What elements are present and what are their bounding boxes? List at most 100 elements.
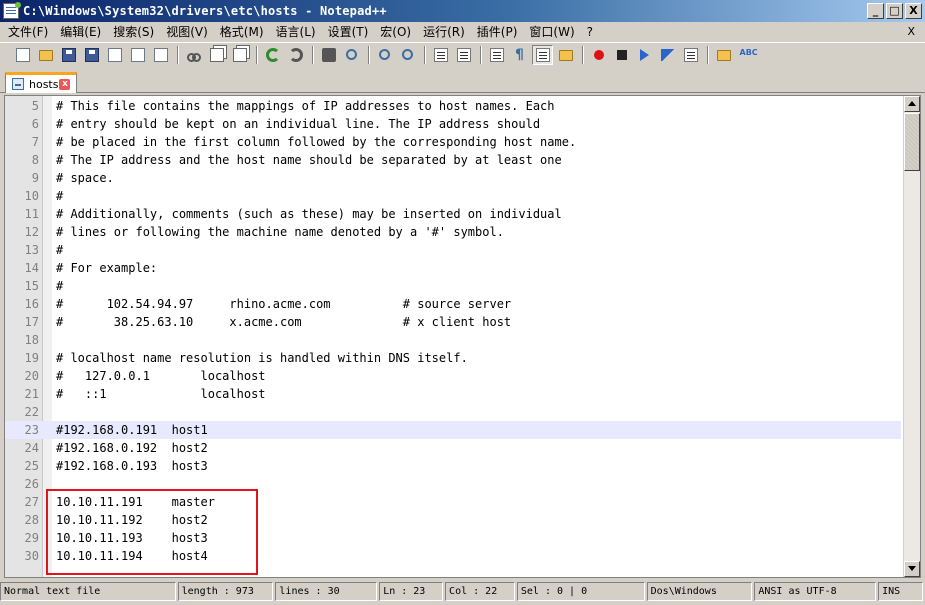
- tab-hosts[interactable]: hosts x: [5, 72, 77, 93]
- cut-button[interactable]: [183, 45, 204, 65]
- notepad-plus-plus-icon[interactable]: [3, 2, 21, 19]
- line-text[interactable]: # For example:: [56, 259, 157, 277]
- menu-file[interactable]: 文件(F): [2, 22, 54, 42]
- line-text[interactable]: # 127.0.0.1 localhost: [56, 367, 266, 385]
- record-macro-button[interactable]: [588, 45, 609, 65]
- find-button[interactable]: [318, 45, 339, 65]
- word-wrap-button[interactable]: [486, 45, 507, 65]
- code-line[interactable]: 9 # space.: [5, 169, 901, 187]
- code-line[interactable]: 5 # This file contains the mappings of IP…: [5, 97, 901, 115]
- line-text[interactable]: #192.168.0.191 host1: [56, 421, 208, 439]
- copy-button[interactable]: [206, 45, 227, 65]
- run-macro-multiple-button[interactable]: [657, 45, 678, 65]
- line-text[interactable]: 10.10.11.191 master: [56, 493, 215, 511]
- undo-button[interactable]: [262, 45, 283, 65]
- line-text[interactable]: # be placed in the first column followed…: [56, 133, 576, 151]
- scroll-up-button[interactable]: [904, 96, 920, 112]
- sync-vertical-button[interactable]: [430, 45, 451, 65]
- save-all-button[interactable]: [81, 45, 102, 65]
- indent-guide-button[interactable]: [532, 44, 553, 65]
- line-text[interactable]: # lines or following the machine name de…: [56, 223, 504, 241]
- close-file-button[interactable]: [104, 45, 125, 65]
- zoom-out-button[interactable]: [397, 45, 418, 65]
- menu-edit[interactable]: 编辑(E): [54, 22, 107, 42]
- code-line[interactable]: 15 #: [5, 277, 901, 295]
- code-line[interactable]: 28 10.10.11.192 host2: [5, 511, 901, 529]
- line-text[interactable]: # ::1 localhost: [56, 385, 266, 403]
- code-line[interactable]: 23 #192.168.0.191 host1: [5, 421, 901, 439]
- code-line[interactable]: 11 # Additionally, comments (such as thes…: [5, 205, 901, 223]
- menu-plugins[interactable]: 插件(P): [471, 22, 524, 42]
- menu-window[interactable]: 窗口(W): [523, 22, 580, 42]
- stop-macro-button[interactable]: [611, 45, 632, 65]
- code-line[interactable]: 29 10.10.11.193 host3: [5, 529, 901, 547]
- maximize-button[interactable]: □: [886, 3, 903, 19]
- zoom-in-button[interactable]: [374, 45, 395, 65]
- save-button[interactable]: [58, 45, 79, 65]
- replace-button[interactable]: [341, 45, 362, 65]
- scroll-thumb[interactable]: [904, 113, 920, 171]
- code-line[interactable]: 20 # 127.0.0.1 localhost: [5, 367, 901, 385]
- redo-button[interactable]: [285, 45, 306, 65]
- close-all-button[interactable]: [127, 45, 148, 65]
- tab-close-icon[interactable]: x: [59, 78, 71, 90]
- menu-view[interactable]: 视图(V): [160, 22, 214, 42]
- code-line[interactable]: 14 # For example:: [5, 259, 901, 277]
- line-text[interactable]: #: [56, 241, 63, 259]
- menu-format[interactable]: 格式(M): [214, 22, 270, 42]
- code-line[interactable]: 24 #192.168.0.192 host2: [5, 439, 901, 457]
- menu-macro[interactable]: 宏(O): [374, 22, 417, 42]
- show-all-chars-button[interactable]: ¶: [509, 45, 530, 65]
- paste-button[interactable]: [229, 45, 250, 65]
- code-line[interactable]: 26: [5, 475, 901, 493]
- line-text[interactable]: # space.: [56, 169, 114, 187]
- code-line[interactable]: 19 # localhost name resolution is handled…: [5, 349, 901, 367]
- code-line[interactable]: 8 # The IP address and the host name shou…: [5, 151, 901, 169]
- line-text[interactable]: 10.10.11.192 host2: [56, 511, 208, 529]
- code-line[interactable]: 6 # entry should be kept on an individual…: [5, 115, 901, 133]
- menu-settings[interactable]: 设置(T): [322, 22, 375, 42]
- editor[interactable]: 5 # This file contains the mappings of IP…: [4, 95, 921, 578]
- code-line[interactable]: 17 # 38.25.63.10 x.acme.com # x client ho…: [5, 313, 901, 331]
- line-text[interactable]: #: [56, 277, 63, 295]
- menu-language[interactable]: 语言(L): [270, 22, 322, 42]
- line-text[interactable]: # localhost name resolution is handled w…: [56, 349, 468, 367]
- folder-button[interactable]: [713, 45, 734, 65]
- new-file-button[interactable]: [12, 45, 33, 65]
- doc-map-button[interactable]: [555, 45, 576, 65]
- line-text[interactable]: # The IP address and the host name shoul…: [56, 151, 562, 169]
- line-text[interactable]: 10.10.11.194 host4: [56, 547, 208, 565]
- line-text[interactable]: #192.168.0.192 host2: [56, 439, 208, 457]
- scroll-down-button[interactable]: [904, 561, 920, 577]
- line-text[interactable]: # 38.25.63.10 x.acme.com # x client host: [56, 313, 511, 331]
- line-text[interactable]: # This file contains the mappings of IP …: [56, 97, 555, 115]
- play-macro-button[interactable]: [634, 45, 655, 65]
- close-document-button[interactable]: X: [907, 22, 915, 42]
- close-button[interactable]: X: [905, 3, 922, 19]
- open-file-button[interactable]: [35, 45, 56, 65]
- menu-run[interactable]: 运行(R): [417, 22, 471, 42]
- line-text[interactable]: #192.168.0.193 host3: [56, 457, 208, 475]
- spell-check-button[interactable]: ABC: [736, 45, 758, 65]
- menu-search[interactable]: 搜索(S): [107, 22, 160, 42]
- code-line[interactable]: 30 10.10.11.194 host4: [5, 547, 901, 565]
- code-line[interactable]: 10 #: [5, 187, 901, 205]
- line-text[interactable]: # entry should be kept on an individual …: [56, 115, 540, 133]
- line-text[interactable]: # Additionally, comments (such as these)…: [56, 205, 562, 223]
- code-line[interactable]: 18: [5, 331, 901, 349]
- minimize-button[interactable]: _: [867, 3, 884, 19]
- code-line[interactable]: 7 # be placed in the first column followe…: [5, 133, 901, 151]
- print-button[interactable]: [150, 45, 171, 65]
- code-lines[interactable]: 5 # This file contains the mappings of IP…: [5, 97, 901, 565]
- line-text[interactable]: 10.10.11.193 host3: [56, 529, 208, 547]
- code-line[interactable]: 25 #192.168.0.193 host3: [5, 457, 901, 475]
- line-text[interactable]: # 102.54.94.97 rhino.acme.com # source s…: [56, 295, 511, 313]
- code-line[interactable]: 16 # 102.54.94.97 rhino.acme.com # source…: [5, 295, 901, 313]
- code-line[interactable]: 13 #: [5, 241, 901, 259]
- vertical-scrollbar[interactable]: [903, 96, 920, 577]
- code-line[interactable]: 22: [5, 403, 901, 421]
- code-line[interactable]: 21 # ::1 localhost: [5, 385, 901, 403]
- line-text[interactable]: #: [56, 187, 63, 205]
- code-line[interactable]: 27 10.10.11.191 master: [5, 493, 901, 511]
- code-line[interactable]: 12 # lines or following the machine name …: [5, 223, 901, 241]
